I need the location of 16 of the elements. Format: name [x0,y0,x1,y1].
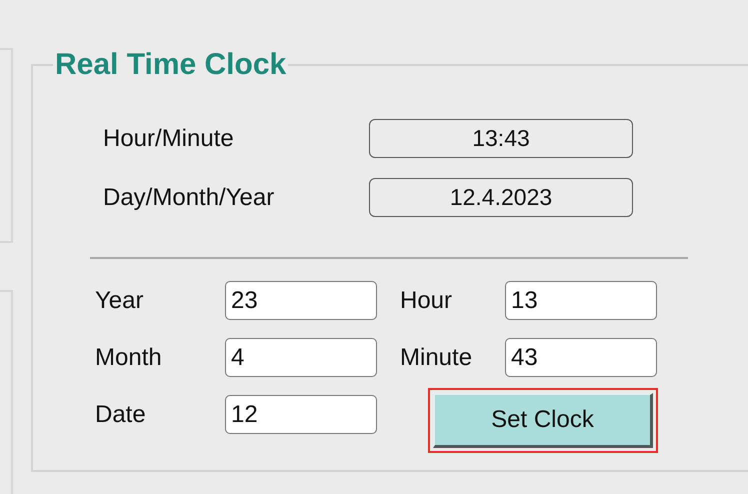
field-label: Year [95,286,144,314]
readout-display: 12.4.2023 [369,178,633,217]
input-field[interactable]: 12 [225,395,377,434]
field-label: Minute [400,344,474,372]
set-clock-button[interactable]: Set Clock [433,393,653,448]
group-title: Real Time Clock [54,48,288,82]
input-field[interactable]: 43 [505,338,657,377]
input-field[interactable]: 13 [505,281,657,320]
input-field[interactable]: 4 [225,338,377,377]
field-label: Date [95,400,147,428]
readout-label: Hour/Minute [102,124,235,152]
input-field[interactable]: 23 [225,281,377,320]
readout-display: 13:43 [369,119,633,158]
field-label: Month [95,344,163,372]
field-label: Hour [400,286,454,314]
readout-label: Day/Month/Year [102,184,276,212]
